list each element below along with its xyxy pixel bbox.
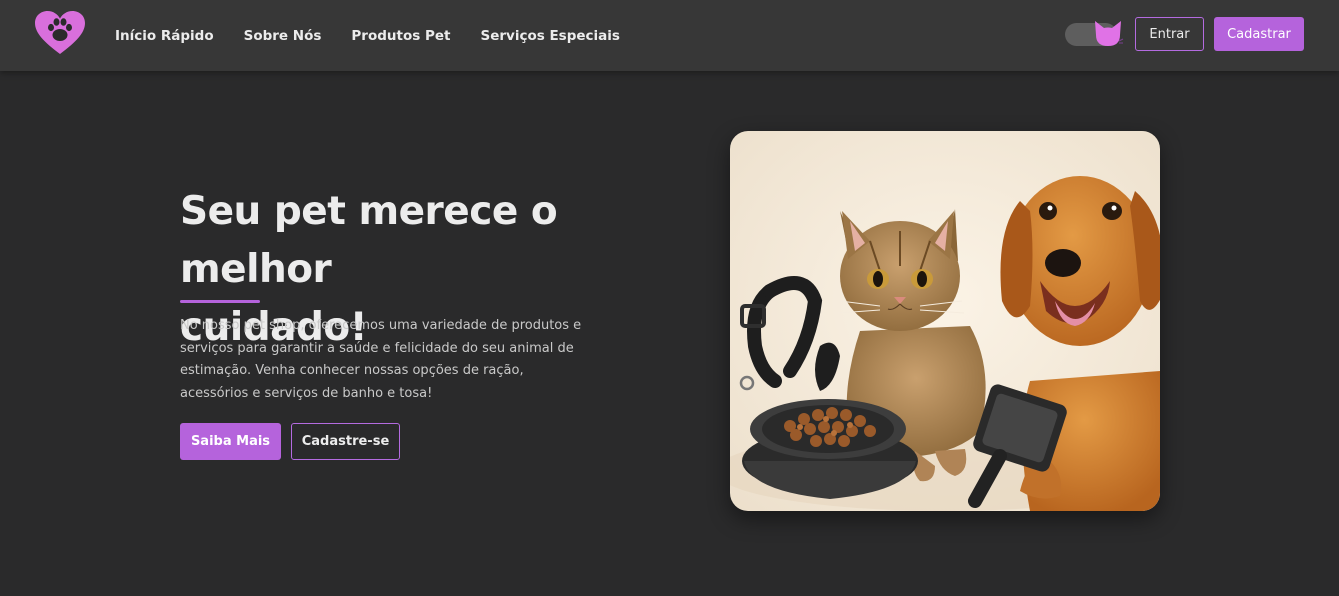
hero-title-line1: Seu pet merece o melhor xyxy=(180,189,558,292)
nav-link-inicio-rapido[interactable]: Início Rápido xyxy=(115,28,214,44)
title-underline xyxy=(180,300,260,303)
theme-toggle[interactable] xyxy=(1065,19,1124,49)
nav-link-sobre-nos[interactable]: Sobre Nós xyxy=(244,28,322,44)
cat-and-dog-photo xyxy=(730,131,1160,511)
cat-head-icon xyxy=(1092,19,1124,49)
heart-paw-icon[interactable] xyxy=(34,10,86,56)
login-button[interactable]: Entrar xyxy=(1135,17,1204,51)
main-nav: Início Rápido Sobre Nós Produtos Pet Ser… xyxy=(115,0,650,71)
learn-more-button[interactable]: Saiba Mais xyxy=(180,423,281,460)
navbar: Início Rápido Sobre Nós Produtos Pet Ser… xyxy=(0,0,1339,71)
register-button[interactable]: Cadastre-se xyxy=(291,423,400,460)
nav-link-produtos-pet[interactable]: Produtos Pet xyxy=(351,28,450,44)
nav-link-servicos-especiais[interactable]: Serviços Especiais xyxy=(480,28,619,44)
hero-description: No nosso pet shop, oferecemos uma varied… xyxy=(180,318,582,401)
signup-button[interactable]: Cadastrar xyxy=(1214,17,1304,51)
